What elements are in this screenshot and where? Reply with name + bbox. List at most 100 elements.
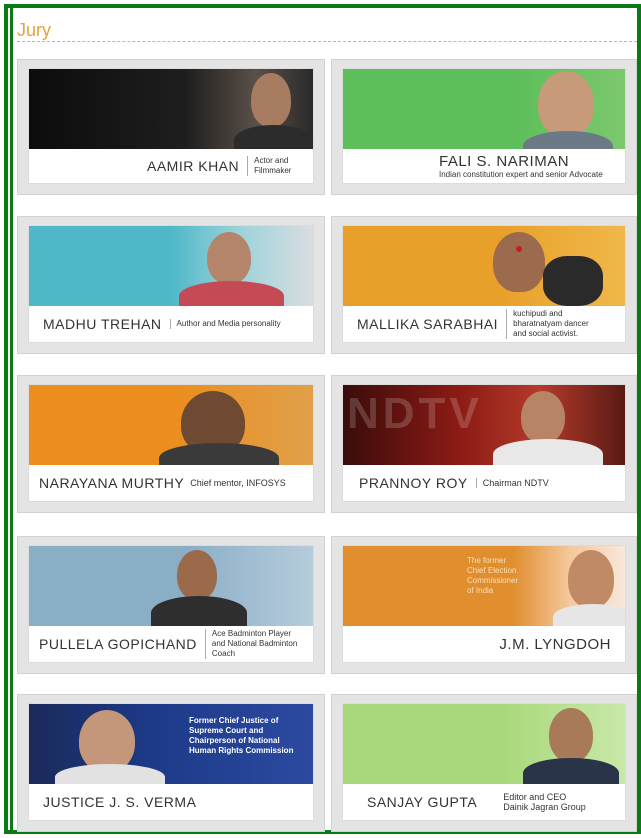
card-photo-band (29, 546, 313, 626)
desc-line: and National Badminton (211, 639, 298, 648)
card-photo-band (29, 226, 313, 306)
section-title: Jury (17, 20, 52, 40)
portrait-shoulders (234, 125, 313, 149)
portrait-shoulders (553, 604, 625, 626)
jury-card-prannoy-roy[interactable]: NDTV PRANNOY ROY Chairman NDTV (331, 375, 637, 513)
jury-card-jm-lyngdoh[interactable]: The former Chief Election Commissioner o… (331, 536, 637, 674)
jury-card-sanjay-gupta[interactable]: SANJAY GUPTA Editor and CEO Dainik Jagra… (331, 694, 637, 832)
card-caption: FALI S. NARIMAN Indian constitution expe… (343, 149, 625, 183)
band-caption: Former Chief Justice of Supreme Court an… (189, 716, 293, 756)
card-canvas: PULLELA GOPICHAND Ace Badminton Player a… (28, 545, 314, 663)
portrait-face (207, 232, 251, 284)
jury-name: PULLELA GOPICHAND (39, 636, 197, 652)
card-canvas: SANJAY GUPTA Editor and CEO Dainik Jagra… (342, 703, 626, 821)
jury-name: MADHU TREHAN (43, 316, 162, 332)
portrait-shoulders (151, 596, 247, 626)
jury-description: Actor and Filmmaker (247, 156, 291, 176)
card-photo-band: NDTV (343, 385, 625, 465)
jury-name: AAMIR KHAN (147, 158, 240, 174)
desc-line: Ace Badminton Player (211, 629, 292, 638)
card-canvas: Former Chief Justice of Supreme Court an… (28, 703, 314, 821)
card-photo-band (343, 226, 625, 306)
desc-line: Coach (211, 649, 236, 658)
card-caption: MADHU TREHAN Author and Media personalit… (29, 306, 313, 342)
jury-name: NARAYANA MURTHY (39, 475, 185, 491)
jury-card-aamir-khan[interactable]: AAMIR KHAN Actor and Filmmaker (17, 59, 325, 195)
portrait-face (177, 550, 217, 600)
card-canvas: MADHU TREHAN Author and Media personalit… (28, 225, 314, 343)
card-photo-band (343, 69, 625, 149)
desc-line: Dainik Jagran Group (503, 802, 586, 812)
portrait-face (538, 71, 594, 137)
portrait-face (493, 232, 545, 292)
jury-description: Chairman NDTV (475, 478, 549, 488)
jury-card-mallika-sarabhai[interactable]: MALLIKA SARABHAI kuchipudi and bharatnat… (331, 216, 637, 354)
jury-card-fali-nariman[interactable]: FALI S. NARIMAN Indian constitution expe… (331, 59, 637, 195)
portrait-face (568, 550, 614, 608)
band-caption: The former Chief Election Commissioner o… (467, 556, 518, 596)
jury-card-justice-js-verma[interactable]: Former Chief Justice of Supreme Court an… (17, 694, 325, 832)
jury-description: Ace Badminton Player and National Badmin… (204, 629, 298, 659)
card-canvas: FALI S. NARIMAN Indian constitution expe… (342, 68, 626, 184)
card-caption: JUSTICE J. S. VERMA (29, 784, 313, 820)
jury-name: JUSTICE J. S. VERMA (43, 794, 197, 810)
jury-name: MALLIKA SARABHAI (357, 316, 499, 332)
portrait-face (79, 710, 135, 772)
jury-name: J.M. LYNGDOH (499, 635, 611, 653)
portrait-shoulders (523, 131, 613, 149)
portrait-face (549, 708, 593, 762)
card-caption: SANJAY GUPTA Editor and CEO Dainik Jagra… (343, 784, 625, 820)
card-photo-band (29, 385, 313, 465)
ndtv-backdrop-text: NDTV (347, 389, 483, 438)
desc-line: bharatnatyam dancer (513, 319, 589, 328)
desc-line: kuchipudi and (513, 309, 563, 318)
band-caption-line: Human Rights Commission (189, 746, 294, 755)
jury-name: PRANNOY ROY (359, 475, 468, 491)
portrait-shoulders (159, 443, 279, 465)
portrait-shoulders (55, 764, 165, 784)
card-canvas: MALLIKA SARABHAI kuchipudi and bharatnat… (342, 225, 626, 343)
band-caption-line: Supreme Court and (189, 726, 264, 735)
desc-line: and social activist. (513, 329, 578, 338)
band-caption-line: Commissioner (467, 576, 519, 585)
card-caption: PULLELA GOPICHAND Ace Badminton Player a… (29, 626, 313, 662)
jury-description: Author and Media personality (169, 319, 281, 329)
portrait-shoulders (543, 256, 603, 306)
desc-line: Filmmaker (254, 166, 292, 175)
desc-line: Editor and CEO (503, 792, 567, 802)
band-caption-line: of India (467, 586, 494, 595)
card-caption: AAMIR KHAN Actor and Filmmaker (29, 149, 313, 183)
title-divider (17, 41, 637, 42)
portrait-shoulders (179, 281, 284, 306)
bindi-mark (516, 246, 522, 252)
card-canvas: NDTV PRANNOY ROY Chairman NDTV (342, 384, 626, 502)
portrait-face (251, 73, 291, 127)
card-canvas: NARAYANA MURTHY Chief mentor, INFOSYS (28, 384, 314, 502)
card-caption: J.M. LYNGDOH (343, 626, 625, 662)
jury-description: Editor and CEO Dainik Jagran Group (503, 792, 586, 812)
frame-inner-line (10, 8, 13, 834)
jury-name: SANJAY GUPTA (367, 794, 478, 810)
card-caption: MALLIKA SARABHAI kuchipudi and bharatnat… (343, 306, 625, 342)
card-canvas: The former Chief Election Commissioner o… (342, 545, 626, 663)
jury-card-pullela-gopichand[interactable]: PULLELA GOPICHAND Ace Badminton Player a… (17, 536, 325, 674)
portrait-face (521, 391, 565, 443)
band-caption-line: The former (467, 556, 507, 565)
card-caption: PRANNOY ROY Chairman NDTV (343, 465, 625, 501)
card-photo-band: The former Chief Election Commissioner o… (343, 546, 625, 626)
band-caption-line: Chairperson of National (189, 736, 280, 745)
card-photo-band (343, 704, 625, 784)
card-photo-band: Former Chief Justice of Supreme Court an… (29, 704, 313, 784)
jury-description: kuchipudi and bharatnatyam dancer and so… (506, 309, 589, 339)
card-caption: NARAYANA MURTHY Chief mentor, INFOSYS (29, 465, 313, 501)
card-photo-band (29, 69, 313, 149)
portrait-shoulders (493, 439, 603, 465)
jury-card-madhu-trehan[interactable]: MADHU TREHAN Author and Media personalit… (17, 216, 325, 354)
portrait-shoulders (523, 758, 619, 784)
jury-name: FALI S. NARIMAN (439, 152, 570, 170)
band-caption-line: Chief Election (467, 566, 517, 575)
jury-card-narayana-murthy[interactable]: NARAYANA MURTHY Chief mentor, INFOSYS (17, 375, 325, 513)
jury-description: Indian constitution expert and senior Ad… (439, 169, 603, 179)
card-canvas: AAMIR KHAN Actor and Filmmaker (28, 68, 314, 184)
band-caption-line: Former Chief Justice of (189, 716, 279, 725)
